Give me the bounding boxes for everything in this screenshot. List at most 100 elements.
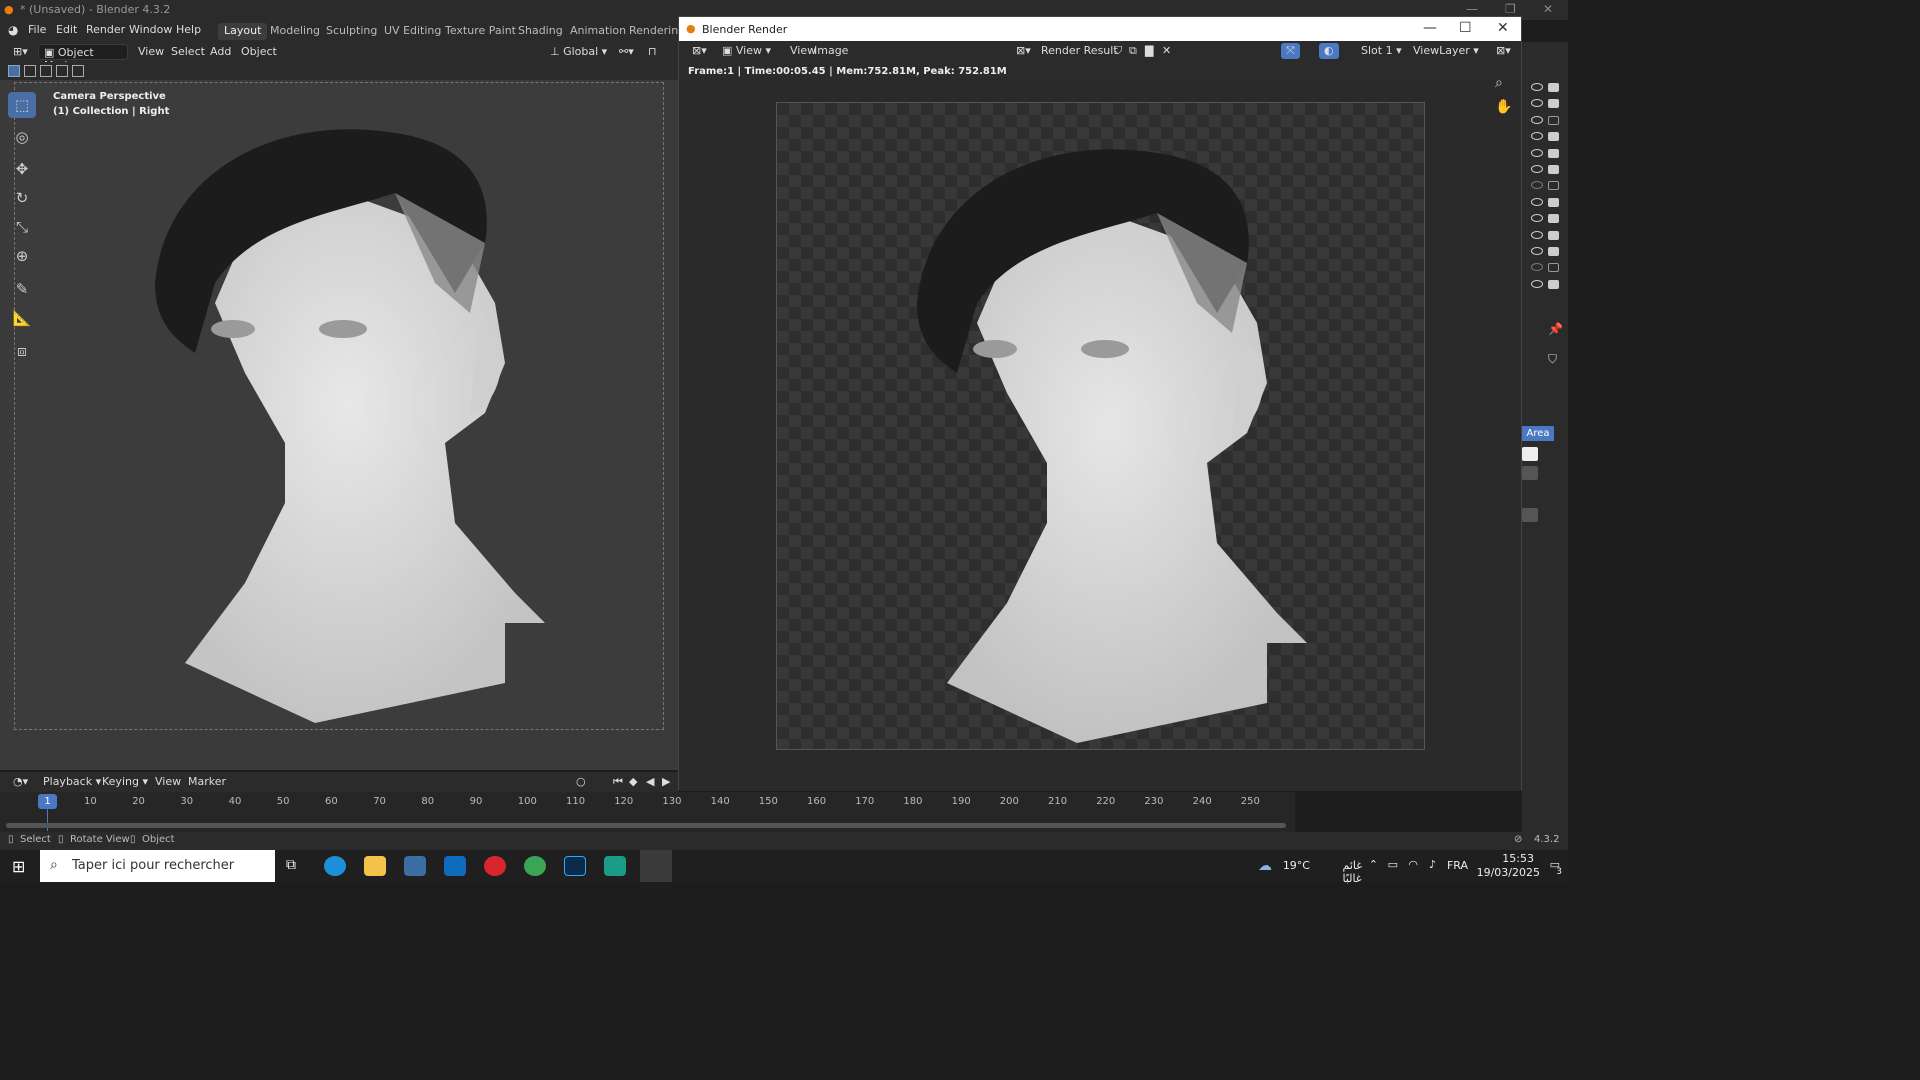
camera-icon[interactable] xyxy=(1548,263,1559,273)
menu-object[interactable]: Object xyxy=(236,44,282,60)
eye-icon[interactable] xyxy=(1531,115,1543,124)
zoom-icon[interactable]: ⌕ xyxy=(1495,75,1503,91)
color-swatch-dark[interactable] xyxy=(1522,508,1538,522)
marker-menu[interactable]: Marker xyxy=(183,774,231,790)
color-swatch-grey[interactable] xyxy=(1522,466,1538,480)
current-frame-indicator[interactable]: 1 xyxy=(38,794,57,809)
blender-menu-icon[interactable]: ◕ xyxy=(8,23,18,37)
select-mode-subtract-icon[interactable] xyxy=(40,65,52,77)
clock-time[interactable]: 15:53 xyxy=(1502,852,1534,865)
rotate-tool-icon[interactable]: ↻ xyxy=(8,185,36,211)
wifi-icon[interactable]: ◠ xyxy=(1408,858,1418,871)
file-explorer-icon[interactable] xyxy=(364,856,386,876)
3d-viewport[interactable]: ⬚ ◎ ✥ ↻ ⤡ ⊕ ✎ 📐 ⧈ Camera Perspective (1)… xyxy=(0,80,678,770)
select-mode-invert-icon[interactable] xyxy=(56,65,68,77)
render-minimize-icon[interactable]: — xyxy=(1423,20,1437,36)
menu-view[interactable]: View xyxy=(133,44,169,60)
tab-texture-paint[interactable]: Texture Paint xyxy=(439,23,522,40)
cursor-tool-icon[interactable]: ◎ xyxy=(8,124,36,150)
transform-tool-icon[interactable]: ⊕ xyxy=(8,243,36,269)
unlink-image-icon[interactable]: ✕ xyxy=(1157,43,1176,59)
pan-hand-icon[interactable]: ✋ xyxy=(1495,99,1512,115)
image-editor-type-icon[interactable]: ⊠▾ xyxy=(687,43,712,59)
tray-device-icon[interactable]: ▭ xyxy=(1388,858,1398,871)
eye-icon[interactable] xyxy=(1531,148,1543,157)
tab-shading[interactable]: Shading xyxy=(512,23,569,40)
scale-tool-icon[interactable]: ⤡ xyxy=(8,214,36,240)
eye-icon[interactable] xyxy=(1531,230,1543,239)
eye-icon[interactable] xyxy=(1531,83,1543,91)
autokey-icon[interactable]: ○ xyxy=(571,774,591,790)
play-icon[interactable]: ▶ xyxy=(657,774,675,790)
close-icon[interactable]: ✕ xyxy=(1543,2,1553,16)
timeline[interactable]: 1 10 20 30 40 50 60 70 80 90 100 110 120 130 140 150 16… xyxy=(0,792,1295,832)
eye-icon[interactable] xyxy=(1531,132,1543,141)
menu-select[interactable]: Select xyxy=(166,44,210,60)
playback-menu[interactable]: Playback ▾ xyxy=(38,774,106,790)
restore-icon[interactable]: ❐ xyxy=(1505,2,1516,16)
orientation-dropdown[interactable]: ⊥ Global ▾ xyxy=(545,44,612,60)
tab-uv-editing[interactable]: UV Editing xyxy=(378,23,447,40)
language-indicator[interactable]: FRA xyxy=(1447,859,1468,872)
menu-help[interactable]: Help xyxy=(176,23,201,36)
timeline-editor-icon[interactable]: ◔▾ xyxy=(8,774,33,790)
outlook-icon[interactable] xyxy=(444,856,466,876)
eye-icon[interactable] xyxy=(1531,247,1543,255)
render-menu-image[interactable]: Image xyxy=(809,43,853,59)
gizmo-icon[interactable]: ⤧ xyxy=(1281,43,1300,59)
color-swatch-white[interactable] xyxy=(1522,447,1538,461)
image-browse-icon[interactable]: ⊠▾ xyxy=(1011,43,1036,59)
display-channels-icon[interactable]: ⊠▾ xyxy=(1491,43,1516,59)
object-mode-dropdown[interactable]: ▣ Object Mode ▾ xyxy=(38,44,128,72)
blender-taskbar-icon[interactable] xyxy=(640,850,672,882)
photoshop-icon[interactable] xyxy=(564,856,586,876)
chrome-icon[interactable] xyxy=(524,856,546,876)
camera-icon[interactable] xyxy=(1548,197,1559,207)
jump-keyframe-icon[interactable]: ◆ xyxy=(624,774,642,790)
camera-icon[interactable] xyxy=(1548,115,1559,125)
eye-icon[interactable] xyxy=(1531,99,1543,108)
menu-file[interactable]: File xyxy=(28,23,46,36)
open-image-icon[interactable]: ▇ xyxy=(1140,43,1158,59)
tab-animation[interactable]: Animation xyxy=(564,23,632,40)
select-mode-new-icon[interactable] xyxy=(8,65,20,77)
menu-edit[interactable]: Edit xyxy=(56,23,77,36)
camera-icon[interactable] xyxy=(1548,99,1559,109)
camera-icon[interactable] xyxy=(1548,165,1559,174)
edge-icon[interactable] xyxy=(324,856,346,876)
render-maximize-icon[interactable]: ☐ xyxy=(1459,20,1472,36)
menu-window[interactable]: Window xyxy=(129,23,172,36)
select-mode-extend-icon[interactable] xyxy=(24,65,36,77)
timeline-view-menu[interactable]: View xyxy=(150,774,186,790)
timeline-scrollbar[interactable] xyxy=(6,823,1286,828)
eye-icon[interactable] xyxy=(1531,165,1543,173)
menu-add[interactable]: Add xyxy=(205,44,236,60)
menu-render[interactable]: Render xyxy=(86,23,125,36)
camera-icon[interactable] xyxy=(1548,230,1559,240)
keying-menu[interactable]: Keying ▾ xyxy=(97,774,153,790)
select-box-tool-icon[interactable]: ⬚ xyxy=(8,92,36,118)
camera-icon[interactable] xyxy=(1548,247,1559,256)
pin-icon[interactable]: 📌 xyxy=(1548,322,1563,336)
eye-icon[interactable] xyxy=(1531,197,1543,206)
tab-sculpting[interactable]: Sculpting xyxy=(320,23,383,40)
camera-icon[interactable] xyxy=(1548,214,1559,224)
task-view-icon[interactable]: ⧉ xyxy=(286,857,296,873)
pivot-icon[interactable]: ⚯▾ xyxy=(614,44,639,60)
clock-date[interactable]: 19/03/2025 xyxy=(1477,866,1540,879)
render-close-icon[interactable]: ✕ xyxy=(1497,20,1509,36)
camera-icon[interactable] xyxy=(1548,148,1559,158)
camera-icon[interactable] xyxy=(1548,83,1559,92)
slot-dropdown[interactable]: Slot 1 ▾ xyxy=(1356,43,1407,59)
camera-icon[interactable] xyxy=(1548,181,1559,191)
tab-modeling[interactable]: Modeling xyxy=(264,23,326,40)
snap-icon[interactable]: ⊓ xyxy=(643,44,662,60)
measure-tool-icon[interactable]: 📐 xyxy=(8,305,36,331)
select-mode-intersect-icon[interactable] xyxy=(72,65,84,77)
eye-icon[interactable] xyxy=(1531,263,1543,272)
malt-icon[interactable] xyxy=(604,856,626,876)
render-canvas[interactable]: ⌕ ✋ xyxy=(679,75,1521,791)
camera-icon[interactable] xyxy=(1548,279,1559,289)
view-mode-dropdown[interactable]: ▣ View ▾ xyxy=(717,43,776,59)
add-cube-tool-icon[interactable]: ⧈ xyxy=(8,338,36,364)
